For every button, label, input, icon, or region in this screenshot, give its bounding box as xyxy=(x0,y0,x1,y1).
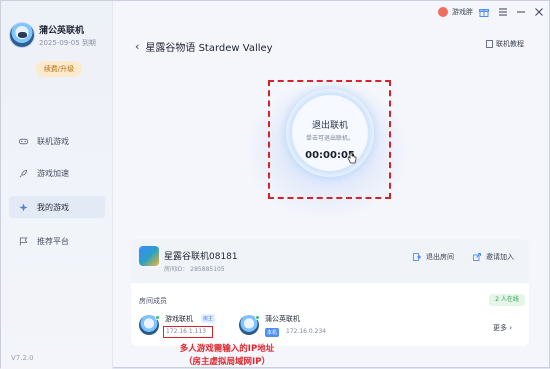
exit-room-button[interactable]: 退出房间 xyxy=(413,252,454,262)
members-heading: 房间成员 xyxy=(139,297,167,305)
share-icon xyxy=(473,253,481,261)
member-name: 游戏联机 xyxy=(165,315,193,323)
exit-icon xyxy=(413,253,421,261)
sidebar-item-label: 我的游戏 xyxy=(37,202,69,212)
tutorial-label: 联机教程 xyxy=(496,40,524,48)
sidebar-item-my-games[interactable]: 我的游戏 xyxy=(9,196,105,218)
online-dot xyxy=(255,315,260,320)
annotation-line-1: 多人游戏需输入的IP地址 xyxy=(179,344,275,354)
membership-expiry: 2025-09-05 到期 xyxy=(39,39,96,47)
more-members-button[interactable]: 更多 › xyxy=(493,323,512,333)
gift-icon[interactable] xyxy=(479,7,489,17)
sidebar: 蒲公英联机 2025-09-05 到期 续费/升级 联机游戏 游戏加速 我的游戏… xyxy=(1,1,113,369)
local-badge: 本机 xyxy=(265,328,280,337)
more-label: 更多 xyxy=(493,324,507,332)
ip-highlight-box xyxy=(163,326,213,338)
sidebar-item-label: 游戏加速 xyxy=(37,168,69,178)
rocket-icon xyxy=(19,169,28,177)
sidebar-item-online-games[interactable]: 联机游戏 xyxy=(9,130,105,152)
sidebar-item-label: 推荐平台 xyxy=(37,236,69,246)
gamepad-icon xyxy=(19,138,28,144)
menu-icon[interactable] xyxy=(498,7,508,17)
game-title-text: 星露谷物语 Stardew Valley xyxy=(145,43,273,54)
mini-avatar xyxy=(438,7,448,17)
member-ip[interactable]: 172.16.0.234 xyxy=(286,328,326,335)
my-games-icon xyxy=(19,202,28,212)
flag-icon xyxy=(19,236,28,246)
room-name: 星露谷联机08181 xyxy=(164,252,238,262)
host-badge: 房主 xyxy=(201,314,216,323)
online-dot xyxy=(155,315,160,320)
renew-upgrade-button[interactable]: 续费/升级 xyxy=(36,61,82,77)
exit-room-label: 退出房间 xyxy=(426,253,454,261)
game-cover-icon xyxy=(139,246,159,266)
sidebar-item-recommended[interactable]: 推荐平台 xyxy=(9,230,105,252)
minimize-icon[interactable] xyxy=(516,7,526,17)
room-id: 房间ID： 285885105 xyxy=(164,266,225,273)
online-count-badge: 2 人在线 xyxy=(489,294,525,306)
top-user-menu[interactable]: 游戏胖 xyxy=(438,7,473,17)
annotation-line-2: （房主虚拟局域网IP） xyxy=(184,357,270,367)
close-icon[interactable] xyxy=(534,7,544,17)
page-title: ‹ 星露谷物语 Stardew Valley xyxy=(135,39,273,54)
top-user-label: 游戏胖 xyxy=(452,8,473,16)
tutorial-link[interactable]: 联机教程 xyxy=(486,39,524,49)
highlight-dashed-box xyxy=(268,80,391,199)
book-icon xyxy=(486,40,493,48)
sidebar-item-game-boost[interactable]: 游戏加速 xyxy=(9,162,105,184)
user-avatar[interactable] xyxy=(9,22,35,48)
member-name: 蒲公英联机 xyxy=(265,315,300,323)
sidebar-item-label: 联机游戏 xyxy=(37,136,69,146)
app-version: V7.2.0 xyxy=(11,354,34,362)
invite-label: 邀请加入 xyxy=(486,253,514,261)
user-name: 蒲公英联机 xyxy=(39,26,85,36)
chevron-right-icon: › xyxy=(509,324,513,332)
back-chevron-icon[interactable]: ‹ xyxy=(135,40,139,53)
invite-button[interactable]: 邀请加入 xyxy=(473,252,514,262)
app-window: 蒲公英联机 2025-09-05 到期 续费/升级 联机游戏 游戏加速 我的游戏… xyxy=(0,0,550,369)
